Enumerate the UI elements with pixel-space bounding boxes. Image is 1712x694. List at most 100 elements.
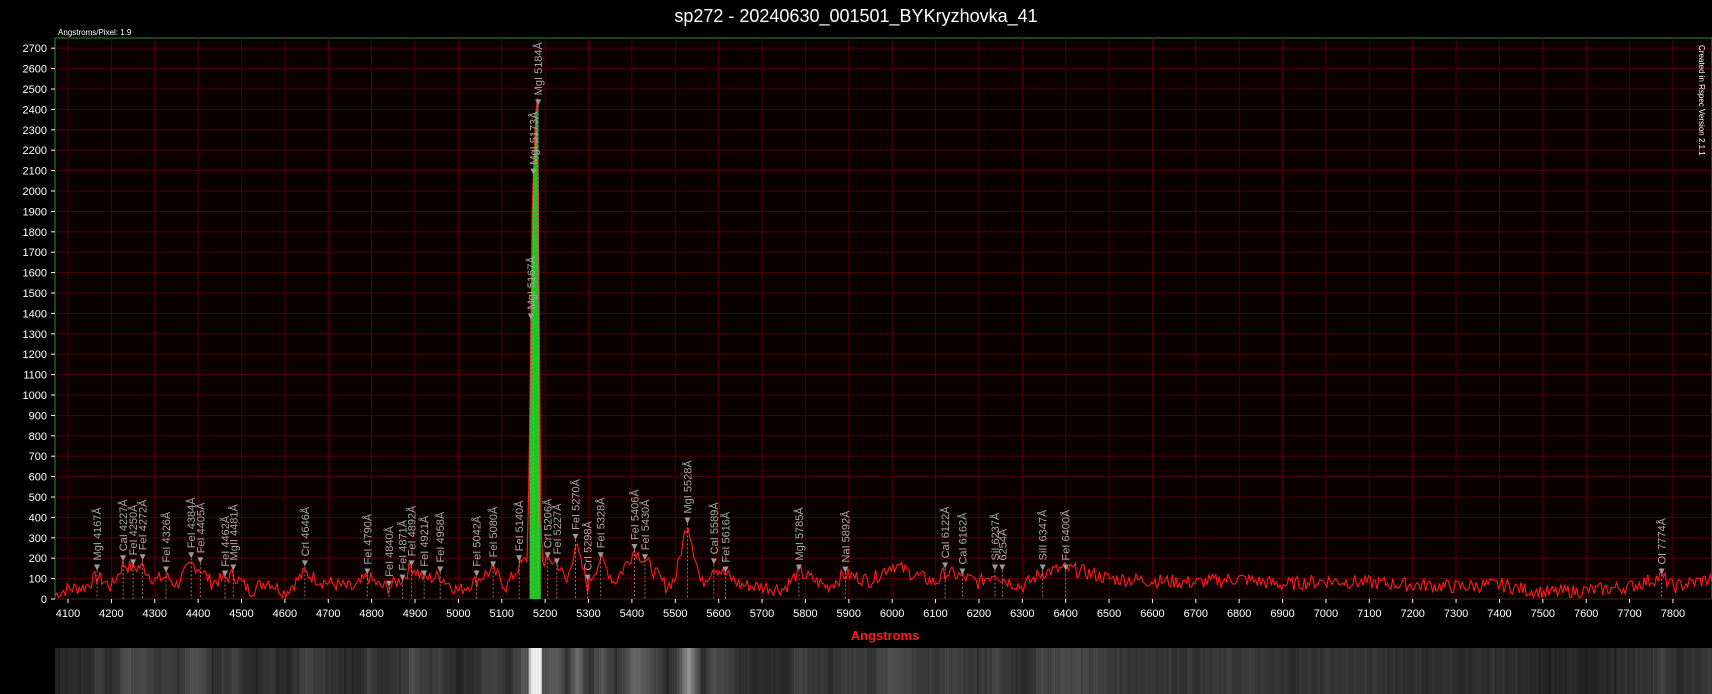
- x-tick-label: 4200: [99, 608, 123, 620]
- annotation-label: FeI 5080Å: [487, 506, 500, 557]
- x-tick-label: 6700: [1184, 608, 1208, 620]
- annotation-label: CaI 6122Å: [939, 506, 952, 559]
- x-tick-label: 7200: [1400, 608, 1424, 620]
- x-tick-label: 7800: [1661, 608, 1685, 620]
- spectrum-chart: sp272 - 20240630_001501_BYKryzhovka_41 A…: [0, 0, 1712, 694]
- y-tick-label: 1500: [23, 288, 47, 300]
- x-tick-label: 6900: [1270, 608, 1294, 620]
- y-tick-label: 1700: [23, 247, 47, 259]
- annotation-label: FeI 4272Å: [137, 499, 150, 550]
- x-tick-label: 5900: [837, 608, 861, 620]
- y-tick-label: 1200: [23, 349, 47, 361]
- x-tick-label: 7600: [1574, 608, 1598, 620]
- x-tick-label: 4600: [273, 608, 297, 620]
- chart-title: sp272 - 20240630_001501_BYKryzhovka_41: [674, 6, 1037, 27]
- x-tick-label: 6300: [1010, 608, 1034, 620]
- x-tick-label: 4500: [229, 608, 253, 620]
- annotation-label: CaI 6162Å: [956, 512, 969, 565]
- x-tick-label: 7400: [1487, 608, 1511, 620]
- y-tick-label: 600: [29, 472, 47, 484]
- x-tick-label: 6400: [1053, 608, 1077, 620]
- side-note: Created in Rspec Version 2.1.1: [1697, 45, 1706, 156]
- x-tick-label: 6500: [1097, 608, 1121, 620]
- y-tick-label: 2600: [23, 64, 47, 76]
- annotation-label: MgI 5184Å: [532, 41, 545, 95]
- annotation-label: FeI 5430Å: [639, 499, 652, 550]
- x-tick-label: 7700: [1617, 608, 1641, 620]
- y-tick-label: 400: [29, 512, 47, 524]
- y-tick-label: 0: [41, 594, 47, 606]
- annotation-label: FeI 5328Å: [595, 497, 608, 548]
- annotation-label: MgI 5528Å: [681, 460, 694, 514]
- x-tick-label: 5800: [793, 608, 817, 620]
- y-tick-label: 1900: [23, 206, 47, 218]
- x-tick-label: 4800: [359, 608, 383, 620]
- y-tick-label: 1100: [23, 370, 47, 382]
- y-tick-label: 2400: [23, 104, 47, 116]
- x-tick-label: 5500: [663, 608, 687, 620]
- x-axis-label: Angstroms: [851, 628, 920, 643]
- annotation-label: 6254Å: [996, 528, 1009, 560]
- annotation-label: MgI 5167Å: [525, 256, 538, 310]
- x-tick-label: 4100: [56, 608, 80, 620]
- y-tick-label: 200: [29, 553, 47, 565]
- x-tick-label: 6100: [923, 608, 947, 620]
- annotation-label: FeI 4840Å: [383, 525, 396, 576]
- y-tick-label: 1000: [23, 390, 47, 402]
- annotation-label: OI 7774Å: [1656, 517, 1669, 564]
- x-tick-label: 6600: [1140, 608, 1164, 620]
- y-tick-label: 1300: [23, 329, 47, 341]
- y-tick-label: 1600: [23, 268, 47, 280]
- annotation-label: MgI 5785Å: [793, 507, 806, 561]
- x-tick-label: 7300: [1444, 608, 1468, 620]
- annotation-label: FeI 4958Å: [434, 511, 447, 562]
- y-tick-label: 2100: [23, 166, 47, 178]
- annotation-label: FeI 5270Å: [570, 478, 583, 529]
- x-tick-label: 4700: [316, 608, 340, 620]
- x-tick-label: 7500: [1531, 608, 1555, 620]
- x-tick-label: 7000: [1314, 608, 1338, 620]
- annotation-label: CrI 4646Å: [299, 506, 312, 556]
- x-tick-label: 5400: [620, 608, 644, 620]
- y-tick-label: 300: [29, 533, 47, 545]
- annotation-label: FeI 4405Å: [194, 502, 207, 553]
- annotation-label: CaI 5589Å: [708, 502, 721, 555]
- y-tick-label: 2300: [23, 125, 47, 137]
- annotation-label: FeI 4892Å: [406, 505, 419, 556]
- annotation-label: MgII 4481Å: [227, 504, 240, 561]
- annotation-label: FeI 4921Å: [418, 515, 431, 566]
- y-tick-label: 800: [29, 431, 47, 443]
- spectrum-strip: [55, 648, 1712, 694]
- annotation-label: FeI 5140Å: [513, 500, 526, 551]
- y-tick-label: 2700: [23, 43, 47, 55]
- annotation-label: MgI 4167Å: [91, 507, 104, 561]
- y-tick-label: 900: [29, 410, 47, 422]
- annotation-label: FeI 5227Å: [551, 503, 564, 554]
- y-tick-label: 2500: [23, 84, 47, 96]
- y-tick-label: 500: [29, 492, 47, 504]
- x-tick-label: 6000: [880, 608, 904, 620]
- x-tick-label: 6800: [1227, 608, 1251, 620]
- y-tick-label: 2000: [23, 186, 47, 198]
- x-tick-label: 5600: [706, 608, 730, 620]
- x-tick-label: 4400: [186, 608, 210, 620]
- annotation-label: FeI 6400Å: [1060, 509, 1073, 560]
- x-tick-label: 5700: [750, 608, 774, 620]
- annotation-label: FeI 5042Å: [471, 515, 484, 566]
- x-tick-label: 6200: [967, 608, 991, 620]
- x-tick-label: 7100: [1357, 608, 1381, 620]
- x-tick-label: 4300: [143, 608, 167, 620]
- annotation-label: CrI 5298Å: [582, 520, 595, 570]
- x-tick-label: 5200: [533, 608, 557, 620]
- y-tick-label: 700: [29, 451, 47, 463]
- annotation-label: SiII 6347Å: [1037, 509, 1050, 560]
- annotation-label: NaI 5892Å: [839, 510, 852, 563]
- annotation-label: FeI 4326Å: [160, 511, 173, 562]
- y-tick-label: 100: [29, 574, 47, 586]
- x-tick-label: 4900: [403, 608, 427, 620]
- y-tick-label: 1800: [23, 227, 47, 239]
- y-tick-label: 1400: [23, 308, 47, 320]
- annotation-label: FeI 5616Å: [720, 511, 733, 562]
- y-tick-label: 2200: [23, 145, 47, 157]
- chart-subtitle: Angstroms/Pixel: 1.9: [58, 28, 132, 37]
